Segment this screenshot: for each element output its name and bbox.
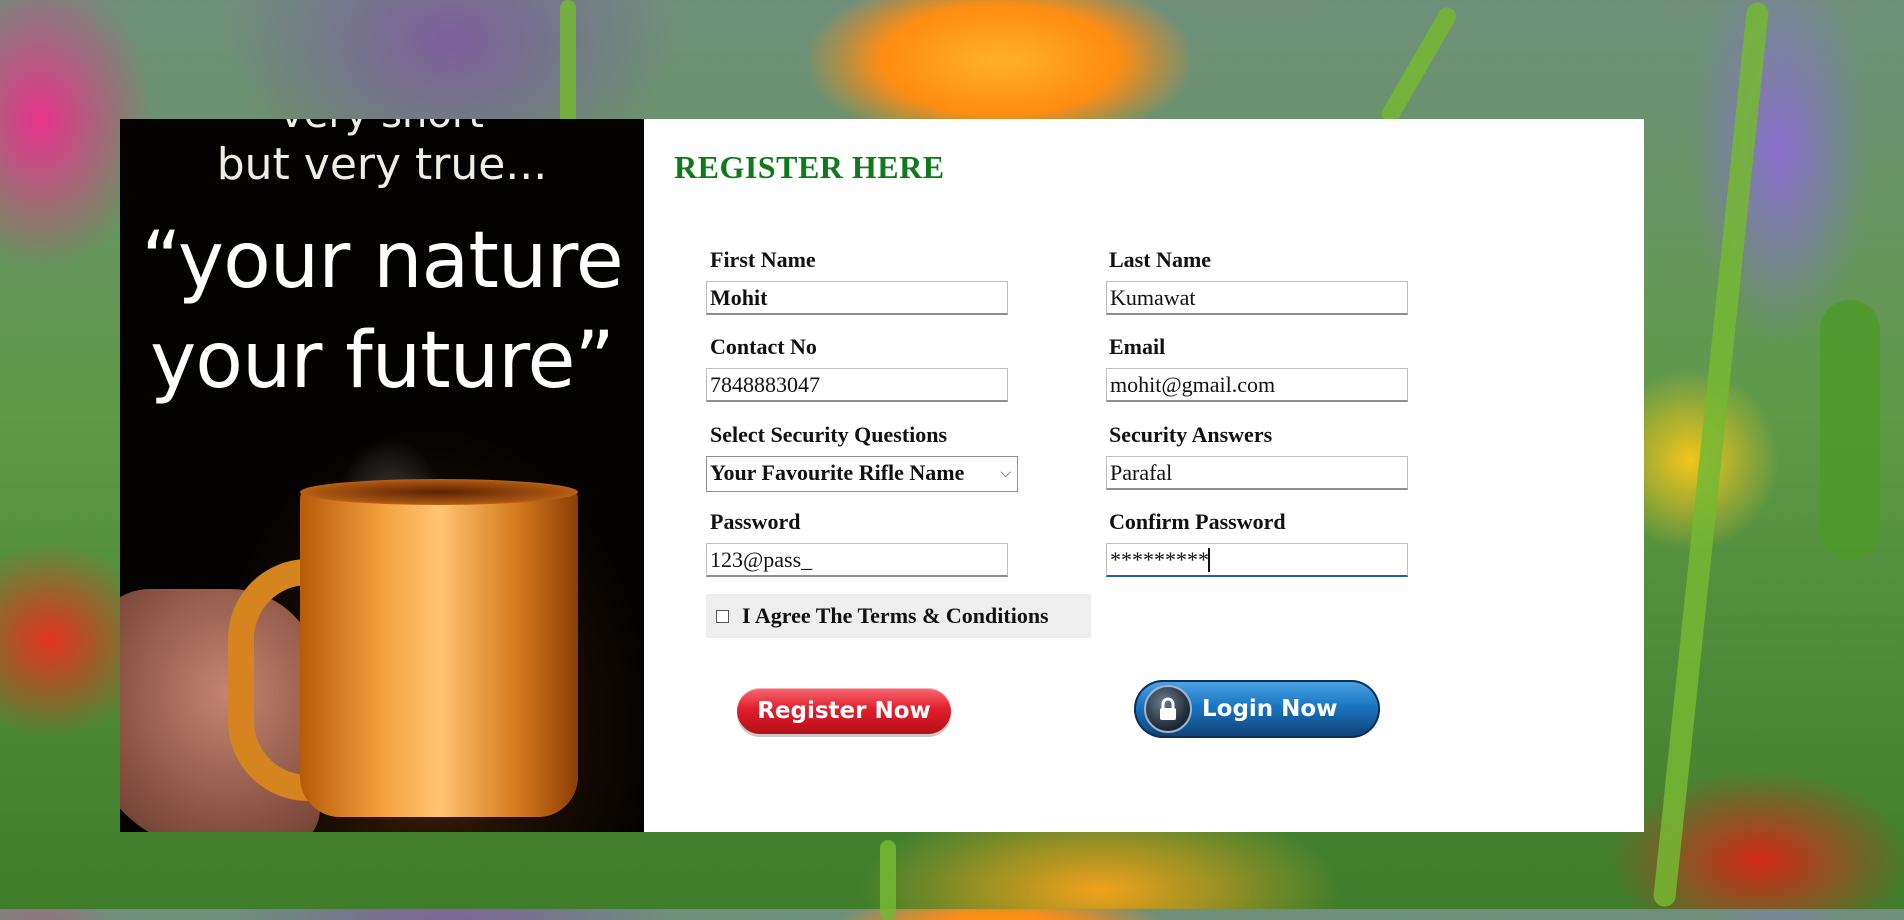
background-stem: [1378, 4, 1460, 126]
background-stem: [1820, 300, 1880, 560]
password-input[interactable]: [706, 543, 1008, 577]
email-label: Email: [1109, 334, 1166, 359]
terms-label: I Agree The Terms & Conditions: [742, 603, 1049, 628]
first-name-label: First Name: [710, 247, 816, 272]
security-answer-label: Security Answers: [1109, 422, 1273, 447]
poster-quote: “your nature your future”: [120, 211, 644, 411]
poster-line2: but very true...: [216, 139, 548, 190]
security-question-selected: Your Favourite Rifle Name: [710, 460, 965, 485]
chevron-down-icon: ⌵: [1000, 465, 1011, 481]
poster-quote-line1: “your nature: [141, 216, 623, 306]
login-button[interactable]: Login Now: [1134, 680, 1380, 738]
first-name-input[interactable]: [706, 281, 1008, 315]
contact-label: Contact No: [710, 334, 817, 359]
page-title: REGISTER HERE: [674, 149, 945, 185]
password-label: Password: [710, 509, 801, 534]
register-form: REGISTER HERE First Name Last Name Conta…: [644, 119, 1644, 832]
background-stem: [1652, 1, 1770, 908]
register-card: very short but very true... “your nature…: [120, 119, 1644, 832]
terms-row[interactable]: I Agree The Terms & Conditions: [706, 594, 1091, 638]
login-button-label: Login Now: [1202, 696, 1338, 722]
lock-icon: [1144, 685, 1192, 733]
confirm-password-label: Confirm Password: [1109, 509, 1286, 534]
last-name-input[interactable]: [1106, 281, 1408, 315]
security-question-select[interactable]: Your Favourite Rifle Name ⌵: [706, 456, 1018, 492]
security-answer-input[interactable]: [1106, 456, 1408, 490]
email-input[interactable]: [1106, 368, 1408, 402]
poster-line1: very short: [120, 119, 644, 137]
terms-checkbox[interactable]: [716, 609, 729, 623]
mug-image: [300, 487, 578, 817]
last-name-label: Last Name: [1109, 247, 1212, 272]
register-button[interactable]: Register Now: [737, 688, 951, 734]
background-stem: [880, 840, 896, 920]
register-button-wrap: Register Now: [719, 680, 969, 742]
confirm-password-input[interactable]: [1106, 543, 1408, 577]
security-question-label: Select Security Questions: [710, 422, 948, 447]
text-caret: [1208, 548, 1210, 572]
contact-input[interactable]: [706, 368, 1008, 402]
poster-quote-line2: your future”: [150, 316, 615, 406]
login-button-wrap: Login Now: [1132, 678, 1382, 740]
poster-image: very short but very true... “your nature…: [120, 119, 644, 832]
mug-rim: [300, 479, 578, 505]
background-stem: [560, 0, 576, 130]
